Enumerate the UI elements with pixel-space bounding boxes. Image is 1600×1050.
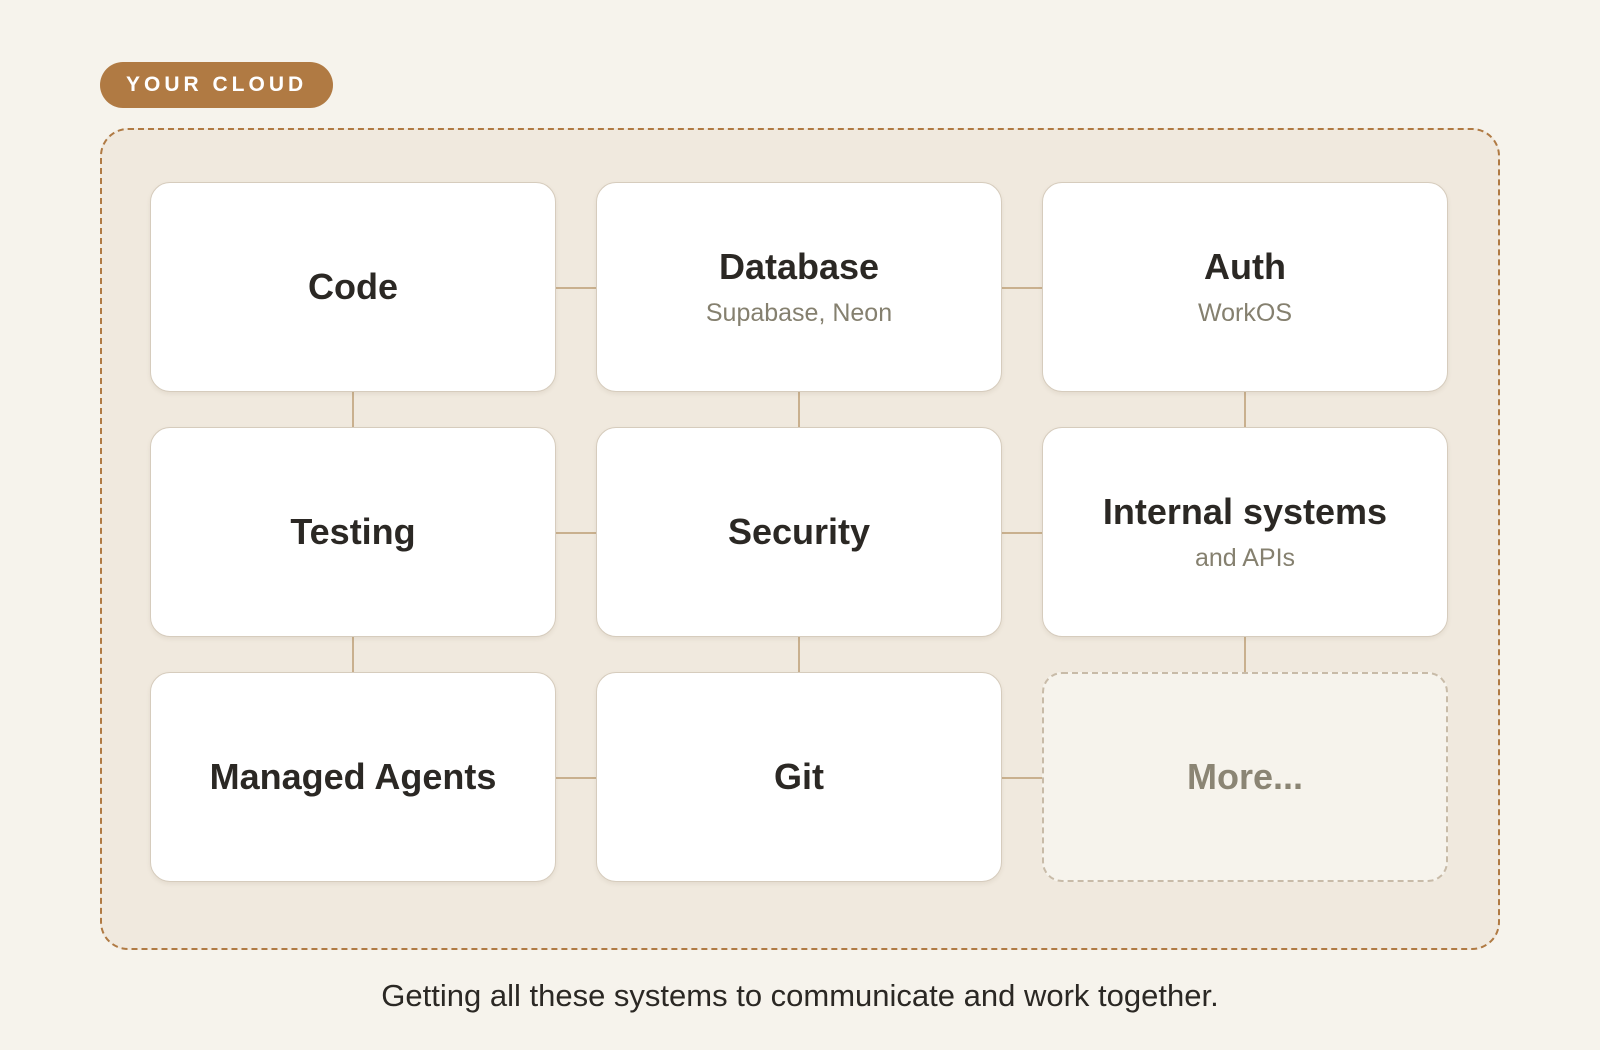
- auth-title: Auth: [1204, 246, 1286, 288]
- git-title: Git: [774, 756, 824, 798]
- connector-database-security: [798, 389, 800, 431]
- internal-systems-subtitle: and APIs: [1194, 543, 1296, 572]
- internal-systems-title: Internal systems: [1102, 491, 1388, 533]
- connector-testing-security: [556, 532, 598, 534]
- cloud-container: Code Database Supabase, Neon Auth WorkOS…: [100, 128, 1500, 950]
- git-box: Git: [596, 672, 1002, 882]
- auth-subtitle: WorkOS: [1198, 298, 1292, 327]
- connector-code-database: [556, 287, 598, 289]
- managed-agents-title: Managed Agents: [209, 756, 497, 798]
- auth-box: Auth WorkOS: [1042, 182, 1448, 392]
- managed-agents-box: Managed Agents: [150, 672, 556, 882]
- your-cloud-badge: YOUR CLOUD: [100, 62, 334, 108]
- connector-security-git: [798, 634, 800, 676]
- security-box: Security: [596, 427, 1002, 637]
- testing-box: Testing: [150, 427, 556, 637]
- database-box: Database Supabase, Neon: [596, 182, 1002, 392]
- connector-internal-more: [1244, 634, 1246, 676]
- more-title: More...: [1186, 756, 1303, 798]
- code-box: Code: [150, 182, 556, 392]
- internal-systems-box: Internal systems and APIs: [1042, 427, 1448, 637]
- caption: Getting all these systems to communicate…: [381, 978, 1219, 1013]
- database-title: Database: [718, 246, 880, 288]
- more-box: More...: [1042, 672, 1448, 882]
- connector-agents-git: [556, 777, 598, 779]
- connector-testing-agents: [352, 634, 354, 676]
- connector-security-internal: [1002, 532, 1044, 534]
- security-title: Security: [727, 511, 871, 553]
- code-title: Code: [308, 266, 398, 308]
- connector-auth-internal: [1244, 389, 1246, 431]
- testing-title: Testing: [290, 511, 416, 553]
- connector-code-testing: [352, 389, 354, 431]
- connector-database-auth: [1002, 287, 1044, 289]
- connector-git-more: [1002, 777, 1044, 779]
- database-subtitle: Supabase, Neon: [705, 298, 893, 327]
